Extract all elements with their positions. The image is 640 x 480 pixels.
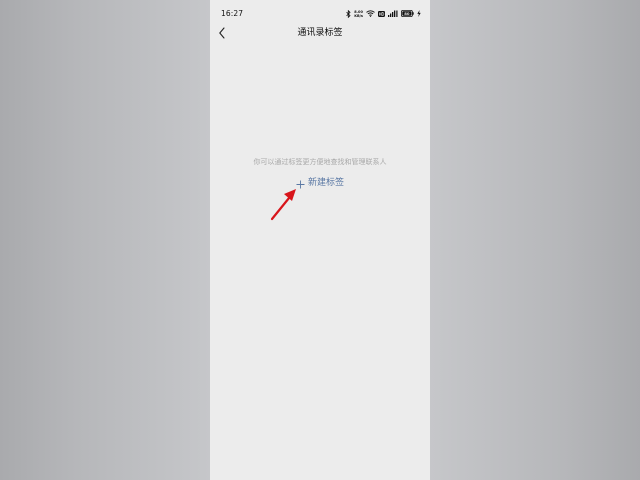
net-speed-unit: KB/s (354, 13, 363, 18)
bluetooth-icon (346, 9, 351, 18)
hd-icon (378, 10, 385, 17)
status-bar: 16:27 8.00 KB/s 80 (210, 0, 430, 24)
phone-screen: 16:27 8.00 KB/s 80 通讯录标签 你可以通过标签更方便地查找和管… (210, 0, 430, 480)
charging-icon (417, 10, 421, 17)
status-time: 16:27 (221, 9, 244, 18)
signal-icon (388, 10, 398, 17)
new-tag-button[interactable]: 新建标签 (296, 177, 344, 189)
battery-icon: 80 (401, 10, 414, 17)
empty-state-hint: 你可以通过标签更方便地查找和管理联系人 (253, 158, 387, 166)
plus-icon (296, 174, 305, 193)
battery-level: 80 (404, 11, 410, 16)
app-header: 通讯录标签 (210, 24, 430, 44)
status-icons: 8.00 KB/s 80 (346, 9, 421, 18)
page-title: 通讯录标签 (297, 28, 343, 38)
wifi-icon (366, 10, 375, 17)
new-tag-label: 新建标签 (308, 178, 345, 188)
net-speed-icon: 8.00 KB/s (354, 10, 363, 18)
